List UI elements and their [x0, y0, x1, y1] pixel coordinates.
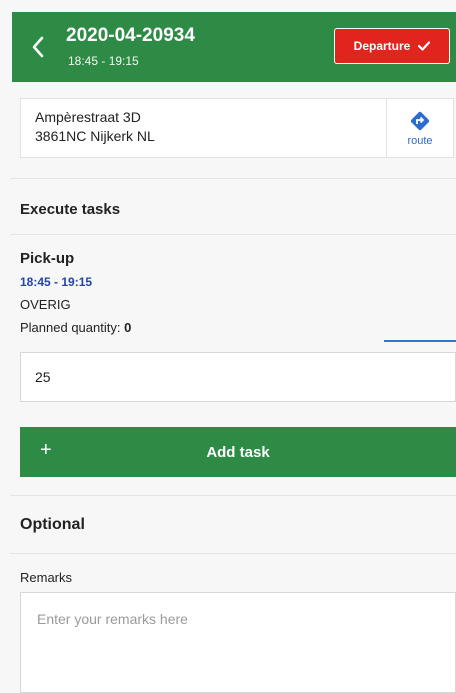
departure-label: Departure: [353, 39, 411, 53]
divider: [10, 234, 456, 235]
time-window: 18:45 - 19:15: [68, 54, 139, 68]
remarks-label: Remarks: [20, 570, 73, 585]
execute-tasks-heading: Execute tasks: [20, 201, 121, 218]
order-number: 2020-04-20934: [66, 25, 195, 46]
divider: [10, 178, 456, 179]
back-button[interactable]: [26, 32, 50, 62]
divider: [10, 495, 456, 496]
focus-indicator: [384, 340, 456, 342]
route-direction-icon: [410, 111, 430, 131]
app-header: 2020-04-20934 18:45 - 19:15 Departure: [12, 12, 456, 82]
task-type: OVERIG: [20, 297, 71, 312]
route-label: route: [407, 135, 433, 147]
task-name: Pick-up: [20, 250, 75, 267]
departure-button[interactable]: Departure: [334, 28, 450, 64]
address-street: Ampèrestraat 3D: [35, 109, 141, 125]
chevron-left-icon: [32, 36, 44, 58]
add-task-button[interactable]: + Add task: [20, 427, 456, 477]
optional-heading: Optional: [20, 516, 85, 533]
add-task-label: Add task: [206, 443, 270, 461]
planned-quantity: Planned quantity: 0: [20, 320, 131, 335]
address-card: Ampèrestraat 3D 3861NC Nijkerk NL route: [20, 98, 454, 158]
planned-quantity-label: Planned quantity:: [20, 320, 121, 335]
quantity-input[interactable]: [20, 352, 456, 402]
check-icon: [418, 41, 431, 51]
remarks-field[interactable]: [20, 592, 456, 693]
address-city: 3861NC Nijkerk NL: [35, 128, 155, 144]
address-text: Ampèrestraat 3D 3861NC Nijkerk NL: [35, 108, 155, 146]
route-button[interactable]: route: [386, 99, 453, 157]
divider: [10, 553, 456, 554]
planned-quantity-value: 0: [124, 320, 132, 335]
task-time: 18:45 - 19:15: [20, 275, 93, 289]
plus-icon: +: [40, 439, 52, 461]
